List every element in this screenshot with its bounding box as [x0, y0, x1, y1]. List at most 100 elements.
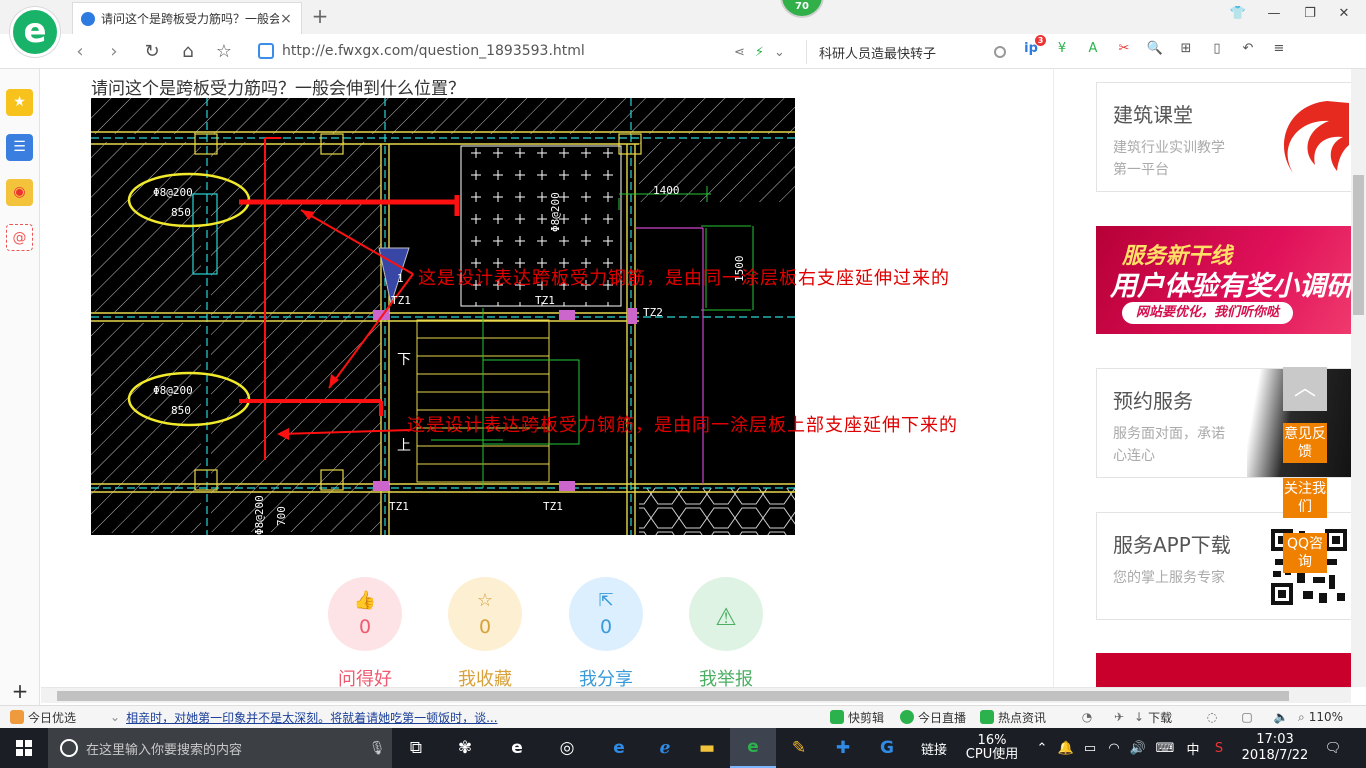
- news-ticker[interactable]: ⌄ 相亲时，对她第一印象并不是太深刻。将就着请她吃第一顿饭时，谈...: [110, 709, 830, 726]
- mail-icon[interactable]: @: [6, 224, 33, 251]
- task-view-icon[interactable]: ⧉: [393, 728, 439, 768]
- ime-indicator[interactable]: 中: [1182, 728, 1204, 768]
- favorite-star-icon[interactable]: ☆: [212, 40, 236, 64]
- browser-logo[interactable]: e: [10, 7, 60, 57]
- search-box[interactable]: 科研人员造最快转子: [806, 40, 1006, 64]
- search-icon[interactable]: [994, 46, 1006, 58]
- cpu-meter[interactable]: 16% CPU使用: [960, 728, 1024, 768]
- edge-icon[interactable]: e: [596, 728, 642, 768]
- action-circle[interactable]: ⚠: [689, 577, 763, 651]
- favorites-icon[interactable]: ★: [6, 89, 33, 116]
- apps-grid-icon[interactable]: ⊞: [1177, 40, 1195, 58]
- scissors-icon[interactable]: ✂: [1115, 40, 1133, 58]
- undo-icon[interactable]: ↶: [1239, 40, 1257, 58]
- notification-bell-icon[interactable]: 🔔: [1056, 728, 1076, 768]
- share-icon[interactable]: ⋖: [734, 45, 745, 60]
- lightning-icon[interactable]: ⚡: [755, 45, 764, 60]
- clean-icon[interactable]: ◌: [1194, 710, 1230, 724]
- pin-icon[interactable]: ✈: [1104, 710, 1134, 724]
- weibo-icon[interactable]: ◉: [6, 179, 33, 206]
- zoom-level[interactable]: ⌕ 110%: [1298, 710, 1343, 725]
- action-label[interactable]: 问得好: [328, 665, 402, 687]
- chevron-up-icon[interactable]: ⌃: [1032, 728, 1052, 768]
- action-center-icon[interactable]: 🗨: [1318, 728, 1348, 768]
- card-building-class[interactable]: 建筑课堂 建筑行业实训教学第一平台: [1096, 82, 1351, 192]
- horizontal-scroll-thumb[interactable]: [57, 691, 1289, 701]
- tab-close-icon[interactable]: ×: [279, 11, 293, 27]
- speed-icon[interactable]: ◔: [1070, 710, 1104, 724]
- notes-app-icon[interactable]: ✎: [776, 728, 822, 768]
- wifi-icon[interactable]: ◠: [1104, 728, 1124, 768]
- pinwheel-app-icon[interactable]: ✾: [442, 728, 488, 768]
- swirl-app-icon[interactable]: ◎: [544, 728, 590, 768]
- address-bar[interactable]: http://e.fwxgx.com/question_1893593.html: [258, 39, 718, 63]
- clock[interactable]: 17:03 2018/7/22: [1240, 728, 1310, 768]
- taskbar-search-placeholder[interactable]: 在这里输入你要搜索的内容: [86, 739, 362, 758]
- vertical-scrollbar[interactable]: [1351, 69, 1366, 687]
- microphone-icon[interactable]: 🎙: [362, 741, 392, 756]
- g-app-icon[interactable]: G: [864, 728, 910, 768]
- action-label[interactable]: 我收藏: [448, 665, 522, 687]
- survey-banner[interactable]: 服务新干线 用户体验有奖小调研 网站要优化，我们听你哒: [1096, 226, 1351, 334]
- action-label[interactable]: 我举报: [689, 665, 763, 687]
- taskbar-search[interactable]: 在这里输入你要搜索的内容 🎙: [48, 728, 392, 768]
- download[interactable]: ↓ 下载: [1134, 709, 1194, 726]
- phone-icon[interactable]: ▯: [1208, 40, 1226, 58]
- action-label[interactable]: 我分享: [569, 665, 643, 687]
- action-share[interactable]: ⇱ 0 我分享: [569, 577, 643, 687]
- menu-icon[interactable]: ≡: [1270, 40, 1288, 58]
- translate-icon[interactable]: A: [1084, 40, 1102, 58]
- browser-tab[interactable]: 请问这个是跨板受力筋吗？一般会 ×: [72, 2, 302, 34]
- feedback-button[interactable]: 意见反馈: [1283, 423, 1327, 463]
- horizontal-scrollbar[interactable]: [41, 687, 1351, 703]
- forward-icon[interactable]: ›: [102, 40, 126, 64]
- volume-icon[interactable]: 🔊: [1128, 728, 1148, 768]
- today-picks[interactable]: 今日优选: [10, 709, 110, 726]
- follow-us-button[interactable]: 关注我们: [1283, 478, 1327, 518]
- search-input[interactable]: 科研人员造最快转子: [819, 43, 994, 62]
- keyboard-icon[interactable]: ⌨: [1152, 728, 1178, 768]
- action-circle[interactable]: 👍 0: [328, 577, 402, 651]
- browser-e-app-icon[interactable]: e: [494, 728, 540, 768]
- ip-extension-icon[interactable]: ip 3: [1022, 35, 1046, 58]
- action-circle[interactable]: ⇱ 0: [569, 577, 643, 651]
- back-icon[interactable]: ‹: [68, 40, 92, 64]
- close-window-icon[interactable]: ✕: [1334, 6, 1354, 26]
- active-browser-icon[interactable]: e: [730, 728, 776, 768]
- qq-consult-button[interactable]: QQ咨询: [1283, 533, 1327, 573]
- back-to-top-button[interactable]: ︿: [1283, 367, 1327, 411]
- action-circle[interactable]: ☆ 0: [448, 577, 522, 651]
- home-icon[interactable]: ⌂: [176, 40, 200, 64]
- file-explorer-icon[interactable]: ▬: [684, 728, 730, 768]
- site-info-icon[interactable]: [258, 43, 274, 59]
- new-tab-button[interactable]: +: [310, 4, 330, 28]
- quick-clip[interactable]: 快剪辑: [830, 709, 900, 726]
- minimize-icon[interactable]: —: [1264, 6, 1284, 26]
- shirt-skin-icon[interactable]: 👕: [1228, 6, 1248, 26]
- audio-icon[interactable]: 🔈: [1264, 710, 1298, 724]
- add-sidebar-icon[interactable]: +: [0, 679, 40, 705]
- hot-news[interactable]: 热点资讯: [980, 709, 1070, 726]
- internet-explorer-icon[interactable]: ℯ: [642, 728, 688, 768]
- shield-yen-icon[interactable]: ¥: [1053, 40, 1071, 58]
- address-url[interactable]: http://e.fwxgx.com/question_1893593.html: [282, 43, 585, 59]
- action-favorite[interactable]: ☆ 0 我收藏: [448, 577, 522, 687]
- vertical-scroll-thumb[interactable]: [1353, 175, 1364, 315]
- sogou-icon[interactable]: S: [1208, 728, 1230, 768]
- red-ad-strip[interactable]: [1096, 653, 1351, 687]
- refresh-icon[interactable]: ↻: [140, 40, 164, 64]
- reading-list-icon[interactable]: ☰: [6, 134, 33, 161]
- speed-badge[interactable]: 70: [780, 0, 824, 18]
- action-good-question[interactable]: 👍 0 问得好: [328, 577, 402, 687]
- chevron-down-icon[interactable]: ⌄: [774, 45, 785, 60]
- start-button[interactable]: [0, 728, 48, 768]
- plus-app-icon[interactable]: ✚: [820, 728, 866, 768]
- magnifier-icon[interactable]: 🔍: [1146, 40, 1164, 58]
- restore-icon[interactable]: ❐: [1300, 6, 1320, 26]
- window-icon[interactable]: ▢: [1230, 710, 1264, 724]
- action-report[interactable]: ⚠ 我举报: [689, 577, 763, 687]
- links-toolbar[interactable]: 链接: [914, 728, 954, 768]
- battery-icon[interactable]: ▭: [1080, 728, 1100, 768]
- news-ticker-text[interactable]: 相亲时，对她第一印象并不是太深刻。将就着请她吃第一顿饭时，谈...: [126, 709, 497, 726]
- live-today[interactable]: 今日直播: [900, 709, 980, 726]
